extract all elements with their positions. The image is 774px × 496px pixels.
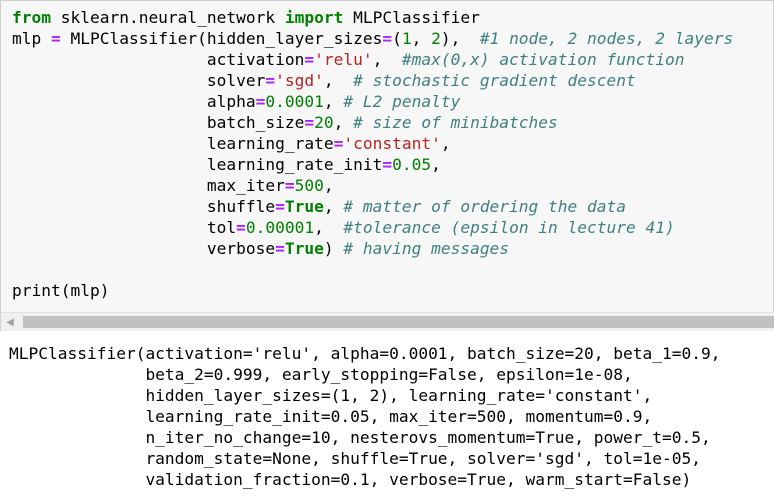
code-token: import xyxy=(284,8,344,27)
code-line: verbose=True) # having messages xyxy=(12,238,733,259)
code-token: , xyxy=(314,218,344,237)
code-token: learning_rate xyxy=(12,134,334,153)
code-token: verbose xyxy=(12,239,276,258)
code-line: shuffle=True, # matter of ordering the d… xyxy=(12,196,733,217)
output-line: beta_2=0.999, early_stopping=False, epsi… xyxy=(9,365,633,384)
output-line: n_iter_no_change=10, nesterovs_momentum=… xyxy=(9,428,711,447)
code-token: mlp xyxy=(12,29,51,48)
code-token: = xyxy=(255,92,266,111)
code-line: max_iter=500, xyxy=(12,175,733,196)
code-token: alpha xyxy=(12,92,256,111)
code-token: , xyxy=(323,92,344,111)
code-editor[interactable]: from sklearn.neural_network import MLPCl… xyxy=(12,7,733,301)
output-line: hidden_layer_sizes=(1, 2), learning_rate… xyxy=(9,386,653,405)
code-token: # L2 penalty xyxy=(343,92,461,111)
code-token: 0.00001 xyxy=(245,218,315,237)
code-token: shuffle xyxy=(12,197,276,216)
code-token: MLPClassifier xyxy=(343,8,480,27)
code-token: #1 node, 2 nodes, 2 layers xyxy=(479,29,734,48)
code-token: #max(0,x) activation function xyxy=(401,50,685,69)
code-line: mlp = MLPClassifier(hidden_layer_sizes=(… xyxy=(12,28,733,49)
code-token: max_iter xyxy=(12,176,285,195)
horizontal-scrollbar[interactable]: ◀ xyxy=(1,312,774,331)
code-token: = xyxy=(333,134,344,153)
code-token: 500 xyxy=(294,176,324,195)
code-token: , xyxy=(333,113,354,132)
code-token: , xyxy=(411,29,432,48)
code-token: = xyxy=(50,29,61,48)
code-token: # stochastic gradient descent xyxy=(353,71,636,90)
code-token: ( xyxy=(392,29,402,48)
code-token: 'relu' xyxy=(314,50,373,69)
code-token: print xyxy=(12,281,61,300)
code-cell-input[interactable]: from sklearn.neural_network import MLPCl… xyxy=(0,0,774,331)
scroll-left-arrow-icon[interactable]: ◀ xyxy=(1,313,19,331)
code-line: tol=0.00001, #tolerance (epsilon in lect… xyxy=(12,217,733,238)
code-token: = xyxy=(236,218,246,237)
code-token: = xyxy=(382,155,393,174)
code-token: # having messages xyxy=(343,239,510,258)
code-line: activation='relu', #max(0,x) activation … xyxy=(12,49,733,70)
code-token: , xyxy=(323,176,334,195)
code-token: , xyxy=(323,197,344,216)
code-line: alpha=0.0001, # L2 penalty xyxy=(12,91,733,112)
output-line: random_state=None, shuffle=True, solver=… xyxy=(9,449,701,468)
code-token: 0.05 xyxy=(392,155,432,174)
code-token: , xyxy=(372,50,402,69)
code-token: (mlp) xyxy=(60,281,110,300)
code-token: 'constant' xyxy=(343,134,441,153)
code-token: ), xyxy=(440,29,480,48)
cell-output: MLPClassifier(activation='relu', alpha=0… xyxy=(9,343,720,490)
code-token: = xyxy=(382,29,393,48)
output-line: validation_fraction=0.1, verbose=True, w… xyxy=(9,470,692,489)
code-token: MLPClassifier(hidden_layer_sizes xyxy=(60,29,383,48)
code-token: True xyxy=(284,197,324,216)
code-token: # matter of ordering the data xyxy=(343,197,627,216)
code-token: sklearn.neural_network xyxy=(50,8,285,27)
code-token: batch_size xyxy=(12,113,305,132)
code-line: learning_rate_init=0.05, xyxy=(12,154,733,175)
code-token: True xyxy=(284,239,324,258)
code-token: #tolerance (epsilon in lecture 41) xyxy=(343,218,675,237)
output-line: MLPClassifier(activation='relu', alpha=0… xyxy=(9,344,721,363)
code-line: learning_rate='constant', xyxy=(12,133,733,154)
code-token: = xyxy=(275,239,285,258)
code-token: , xyxy=(440,134,451,153)
code-line: print(mlp) xyxy=(12,280,733,301)
code-line: from sklearn.neural_network import MLPCl… xyxy=(12,7,733,28)
code-token: = xyxy=(284,176,295,195)
code-token: ) xyxy=(323,239,344,258)
code-token: solver xyxy=(12,71,266,90)
code-line: batch_size=20, # size of minibatches xyxy=(12,112,733,133)
code-token: = xyxy=(275,197,285,216)
code-token: 'sgd' xyxy=(275,71,324,90)
code-line: solver='sgd', # stochastic gradient desc… xyxy=(12,70,733,91)
code-token: learning_rate_init xyxy=(12,155,383,174)
code-token: activation xyxy=(12,50,305,69)
code-token: 1 xyxy=(401,29,412,48)
code-token: , xyxy=(431,155,441,174)
code-token: 20 xyxy=(314,113,334,132)
code-token: # size of minibatches xyxy=(353,113,558,132)
code-token: , xyxy=(323,71,354,90)
code-token: = xyxy=(304,113,315,132)
code-token: 0.0001 xyxy=(265,92,324,111)
code-token: 2 xyxy=(431,29,441,48)
code-token: from xyxy=(12,8,51,27)
code-token: tol xyxy=(12,218,237,237)
output-line: learning_rate_init=0.05, max_iter=500, m… xyxy=(9,407,653,426)
code-token: = xyxy=(304,50,315,69)
scrollbar-thumb[interactable] xyxy=(23,316,774,328)
code-token: = xyxy=(265,71,276,90)
